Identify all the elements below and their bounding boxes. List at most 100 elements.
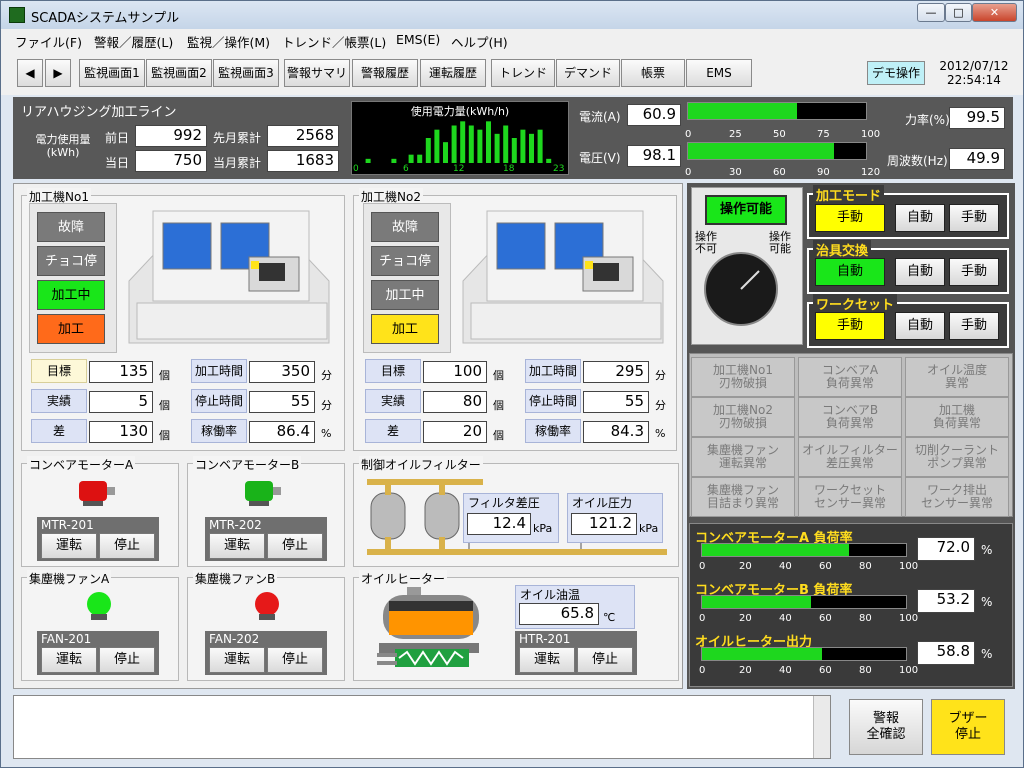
alarm-indicator: 集塵機ファン 運転異常 bbox=[691, 437, 795, 477]
message-log[interactable] bbox=[13, 695, 831, 759]
machine1-minor-stop-lamp: チョコ停 bbox=[37, 246, 105, 276]
filter-dp-unit: kPa bbox=[533, 522, 553, 535]
load-value: 53.2 bbox=[917, 589, 975, 613]
load-scale-tick: 100 bbox=[899, 613, 919, 624]
chart-bar bbox=[460, 121, 466, 163]
menu-file[interactable]: ファイル(F) bbox=[15, 32, 82, 51]
prev-button[interactable]: ◀ bbox=[17, 59, 43, 87]
demand-button[interactable]: デマンド bbox=[556, 59, 620, 87]
mode-jig-auto-button[interactable]: 自動 bbox=[895, 258, 945, 286]
conveyor-b-id: MTR-202 bbox=[209, 518, 262, 532]
conveyor-b-stop-button[interactable]: 停止 bbox=[267, 533, 323, 559]
conveyor-a-stop-button[interactable]: 停止 bbox=[99, 533, 155, 559]
voltage-bar bbox=[687, 142, 867, 160]
chart-bar bbox=[537, 129, 543, 163]
m1-target-value: 135 bbox=[89, 361, 153, 383]
demo-operation-button[interactable]: デモ操作 bbox=[867, 61, 925, 85]
machine2-running-lamp: 加工中 bbox=[371, 280, 439, 310]
run-history-button[interactable]: 運転履歴 bbox=[420, 59, 486, 87]
fan-a-id: FAN-201 bbox=[41, 632, 92, 646]
this-month-value: 1683 bbox=[267, 150, 339, 172]
alarm-ack-all-button[interactable]: 警報 全確認 bbox=[849, 699, 923, 755]
oil-pressure-value: 121.2 bbox=[571, 513, 637, 535]
fan-a-stop-button[interactable]: 停止 bbox=[99, 647, 155, 673]
menu-trend[interactable]: トレンド／帳票(L) bbox=[282, 32, 386, 51]
chart-bar bbox=[425, 138, 431, 163]
load-bar-fill bbox=[702, 596, 811, 608]
voltage-scale: 0 30 60 90 120 bbox=[685, 167, 880, 179]
current-bar-fill bbox=[688, 103, 797, 119]
current-value: 60.9 bbox=[627, 104, 681, 126]
power-factor-value: 99.5 bbox=[949, 107, 1005, 129]
mode-workset-auto-button[interactable]: 自動 bbox=[895, 312, 945, 340]
oil-pressure-unit: kPa bbox=[639, 522, 659, 535]
power-usage-label: 電力使用量 (kWh) bbox=[35, 133, 91, 159]
m1-actual-value: 5 bbox=[89, 391, 153, 413]
mode-processing-auto-button[interactable]: 自動 bbox=[895, 204, 945, 232]
oil-temp-unit: ℃ bbox=[603, 611, 616, 624]
load-scale-tick: 80 bbox=[859, 561, 872, 572]
fan-b-run-button[interactable]: 運転 bbox=[209, 647, 265, 673]
log-scrollbar[interactable] bbox=[813, 696, 830, 758]
oil-temp-value: 65.8 bbox=[519, 603, 599, 625]
m2-diff-value: 20 bbox=[423, 421, 487, 443]
load-scale-tick: 40 bbox=[779, 613, 792, 624]
report-button[interactable]: 帳票 bbox=[621, 59, 685, 87]
machine1-running-lamp: 加工中 bbox=[37, 280, 105, 310]
alarm-indicator: オイル温度 異常 bbox=[905, 357, 1009, 397]
next-button[interactable]: ▶ bbox=[45, 59, 71, 87]
m1-actual-label: 実績 bbox=[31, 389, 87, 413]
maximize-button[interactable]: □ bbox=[945, 3, 972, 22]
m1-target-label: 目標 bbox=[31, 359, 87, 383]
load-scale-tick: 60 bbox=[819, 665, 832, 676]
menu-alarm[interactable]: 警報／履歴(L) bbox=[94, 32, 173, 51]
menu-help[interactable]: ヘルプ(H) bbox=[451, 32, 508, 51]
machine2-processing-lamp: 加工 bbox=[371, 314, 439, 344]
menu-monitor[interactable]: 監視／操作(M) bbox=[187, 32, 270, 51]
mode-jig-manual-button[interactable]: 手動 bbox=[949, 258, 999, 286]
load-scale-tick: 0 bbox=[699, 561, 706, 572]
m2-target-label: 目標 bbox=[365, 359, 421, 383]
load-scale-tick: 20 bbox=[739, 561, 752, 572]
chart-bar bbox=[486, 121, 491, 163]
ems-button[interactable]: EMS bbox=[686, 59, 752, 87]
menu-ems[interactable]: EMS(E) bbox=[396, 32, 440, 47]
alarm-indicator: コンベアB 負荷異常 bbox=[798, 397, 902, 437]
chart-bar bbox=[365, 158, 371, 163]
m1-stop-label: 停止時間 bbox=[191, 389, 247, 413]
screen1-button[interactable]: 監視画面1 bbox=[79, 59, 145, 87]
mode-processing-manual-button[interactable]: 手動 bbox=[949, 204, 999, 232]
screen2-button[interactable]: 監視画面2 bbox=[146, 59, 212, 87]
buzzer-stop-button[interactable]: ブザー 停止 bbox=[931, 699, 1005, 755]
m1-diff-label: 差 bbox=[31, 419, 87, 443]
app-icon bbox=[9, 7, 25, 23]
heater-run-button[interactable]: 運転 bbox=[519, 647, 575, 673]
mode-workset-manual-button[interactable]: 手動 bbox=[949, 312, 999, 340]
key-switch-knob[interactable] bbox=[701, 249, 781, 329]
heater-stop-button[interactable]: 停止 bbox=[577, 647, 633, 673]
alarm-history-button[interactable]: 警報履歴 bbox=[352, 59, 418, 87]
fan-a-run-button[interactable]: 運転 bbox=[41, 647, 97, 673]
screen3-button[interactable]: 監視画面3 bbox=[213, 59, 279, 87]
fan-b-stop-button[interactable]: 停止 bbox=[267, 647, 323, 673]
frequency-label: 周波数(Hz) bbox=[887, 154, 948, 168]
m2-actual-label: 実績 bbox=[365, 389, 421, 413]
m1-proc-value: 350 bbox=[249, 361, 315, 383]
conveyor-a-run-button[interactable]: 運転 bbox=[41, 533, 97, 559]
m2-proc-label: 加工時間 bbox=[525, 359, 581, 383]
motor-b-icon bbox=[245, 481, 281, 506]
close-button[interactable]: ✕ bbox=[972, 3, 1017, 22]
minimize-button[interactable]: — bbox=[917, 3, 945, 22]
fan-b-icon bbox=[255, 592, 279, 620]
conveyor-a-title: コンベアモーターA bbox=[27, 456, 136, 473]
current-bar bbox=[687, 102, 867, 120]
trend-button[interactable]: トレンド bbox=[491, 59, 555, 87]
motor-a-icon bbox=[79, 481, 115, 506]
m2-proc-unit: 分 bbox=[655, 369, 666, 382]
load-scale-tick: 60 bbox=[819, 561, 832, 572]
current-scale: 0 25 50 75 100 bbox=[685, 129, 880, 141]
conveyor-b-run-button[interactable]: 運転 bbox=[209, 533, 265, 559]
this-month-label: 当月累計 bbox=[213, 156, 262, 170]
alarm-summary-button[interactable]: 警報サマリ bbox=[284, 59, 350, 87]
today-value: 750 bbox=[135, 150, 207, 172]
